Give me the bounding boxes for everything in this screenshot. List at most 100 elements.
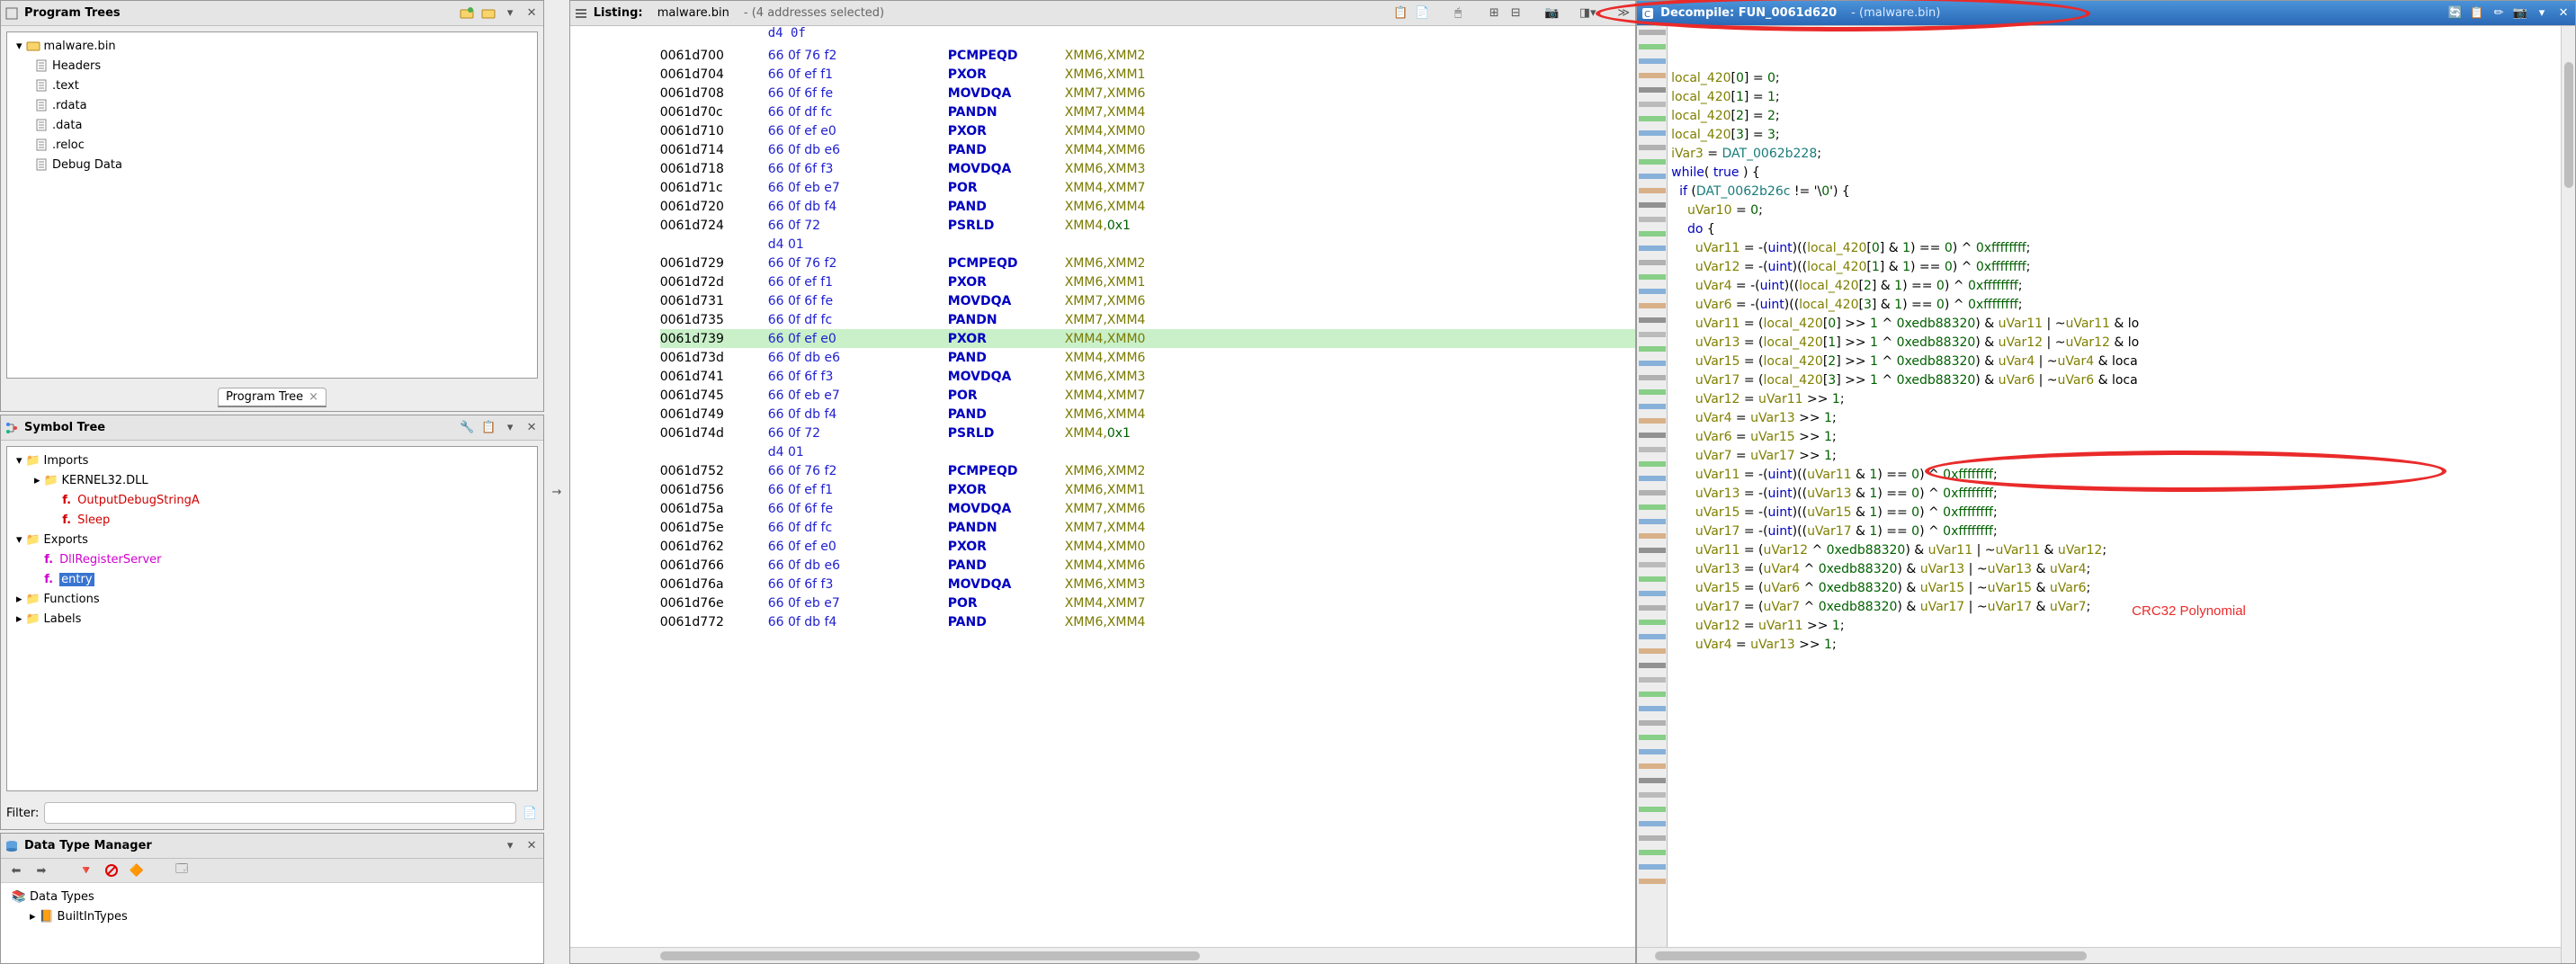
tree-item[interactable]: Debug Data (13, 155, 532, 174)
listing-row[interactable]: 0061d75e66 0f df fcPANDNXMM7,XMM4 (660, 518, 1635, 537)
listing-row[interactable]: 0061d71c66 0f eb e7PORXMM4,XMM7 (660, 178, 1635, 197)
listing-row[interactable]: 0061d72966 0f 76 f2PCMPEQDXMM6,XMM2 (660, 254, 1635, 272)
listing-row[interactable]: 0061d76666 0f db e6PANDXMM4,XMM6 (660, 556, 1635, 575)
decompile-line[interactable]: uVar15 = -(uint)((uVar15 & 1) == 0) ^ 0x… (1671, 505, 2575, 524)
listing-row[interactable]: 0061d71466 0f db e6PANDXMM4,XMM6 (660, 140, 1635, 159)
decompile-line[interactable]: uVar12 = -(uint)((local_420[1] & 1) == 0… (1671, 260, 2575, 279)
folder-new-icon[interactable] (459, 5, 475, 22)
decompile-line[interactable]: uVar11 = -(uint)((local_420[0] & 1) == 0… (1671, 241, 2575, 260)
tree-item[interactable]: .data (13, 115, 532, 135)
listing-row[interactable]: 0061d70066 0f 76 f2PCMPEQDXMM6,XMM2 (660, 46, 1635, 65)
listing-row[interactable]: 0061d70466 0f ef f1PXORXMM6,XMM1 (660, 65, 1635, 84)
folder-open-icon[interactable] (480, 5, 496, 22)
view-icon[interactable]: ⊞ (1486, 5, 1502, 22)
tree-item[interactable]: .text (13, 76, 532, 95)
listing-row[interactable]: 0061d75266 0f 76 f2PCMPEQDXMM6,XMM2 (660, 461, 1635, 480)
decompile-line[interactable]: uVar7 = uVar17 >> 1; (1671, 449, 2575, 468)
window-icon[interactable]: 🗔 (174, 862, 190, 879)
listing-row[interactable]: 0061d72066 0f db f4PANDXMM6,XMM4 (660, 197, 1635, 216)
decompile-line[interactable]: uVar12 = uVar11 >> 1; (1671, 392, 2575, 411)
import-fn[interactable]: f.OutputDebugStringA (13, 490, 532, 510)
listing-row[interactable]: 0061d71866 0f 6f f3MOVDQAXMM6,XMM3 (660, 159, 1635, 178)
decompile-line[interactable]: uVar17 = -(uint)((uVar17 & 1) == 0) ^ 0x… (1671, 524, 2575, 543)
decompile-line[interactable]: uVar15 = (uVar6 ^ 0xedb88320) & uVar15 |… (1671, 581, 2575, 600)
decompile-line[interactable]: uVar13 = (local_420[1] >> 1 ^ 0xedb88320… (1671, 335, 2575, 354)
listing-hscroll[interactable] (570, 947, 1635, 963)
export-item[interactable]: f.DllRegisterServer (13, 549, 532, 569)
paste-icon[interactable]: 📄 (1414, 5, 1430, 22)
listing-row[interactable]: d4 01 (660, 442, 1635, 461)
decompile-line[interactable]: local_420[2] = 2; (1671, 109, 2575, 128)
listing-row[interactable]: 0061d76a66 0f 6f f3MOVDQAXMM6,XMM3 (660, 575, 1635, 594)
refresh-icon[interactable]: 🔄 (2447, 5, 2464, 22)
icon1[interactable]: 🔧 (459, 420, 475, 436)
decompile-hscroll[interactable] (1637, 947, 2575, 963)
back-icon[interactable]: ⬅ (8, 862, 24, 879)
tree-root[interactable]: ▾malware.bin (13, 36, 532, 56)
dropdown-icon[interactable]: ▾ (502, 838, 518, 854)
decompile-line[interactable]: if (DAT_0062b26c != '\0') { (1671, 184, 2575, 203)
listing-row[interactable]: 0061d73166 0f 6f feMOVDQAXMM7,XMM6 (660, 291, 1635, 310)
listing-row[interactable]: d4 01 (660, 235, 1635, 254)
listing-row[interactable]: 0061d71066 0f ef e0PXORXMM4,XMM0 (660, 121, 1635, 140)
listing-row[interactable]: 0061d73d66 0f db e6PANDXMM4,XMM6 (660, 348, 1635, 367)
edit-icon[interactable]: ✏ (2491, 5, 2507, 22)
decompile-line[interactable]: uVar10 = 0; (1671, 203, 2575, 222)
dt-item[interactable]: ▸📙BuiltInTypes (8, 906, 536, 926)
overflow-icon[interactable]: ≫ (1615, 5, 1632, 22)
tree-item[interactable]: .rdata (13, 95, 532, 115)
listing-row[interactable]: 0061d74166 0f 6f f3MOVDQAXMM6,XMM3 (660, 367, 1635, 386)
listing-row[interactable]: 0061d70866 0f 6f feMOVDQAXMM7,XMM6 (660, 84, 1635, 103)
program-tree[interactable]: ▾malware.bin Headers.text.rdata.data.rel… (6, 31, 538, 379)
decompile-line[interactable]: local_420[3] = 3; (1671, 128, 2575, 147)
listing-row[interactable]: 0061d72d66 0f ef f1PXORXMM6,XMM1 (660, 272, 1635, 291)
copy-icon[interactable]: 📋 (2469, 5, 2485, 22)
decompile-line[interactable]: uVar13 = (uVar4 ^ 0xedb88320) & uVar13 |… (1671, 562, 2575, 581)
dt-root[interactable]: 📚Data Types (8, 887, 536, 906)
decompile-line[interactable]: uVar11 = -(uint)((uVar11 & 1) == 0) ^ 0x… (1671, 468, 2575, 486)
decompile-line[interactable]: uVar4 = uVar13 >> 1; (1671, 638, 2575, 656)
listing-row[interactable]: 0061d73966 0f ef e0PXORXMM4,XMM0 (660, 329, 1635, 348)
layout-icon[interactable]: ◨▾ (1579, 5, 1596, 22)
dropdown-icon[interactable]: ▾ (2534, 5, 2550, 22)
decompile-line[interactable]: uVar4 = -(uint)((local_420[2] & 1) == 0)… (1671, 279, 2575, 298)
export-item-selected[interactable]: f.entry (13, 569, 532, 589)
decompile-line[interactable]: uVar11 = (uVar12 ^ 0xedb88320) & uVar11 … (1671, 543, 2575, 562)
decompile-body[interactable]: local_420[0] = 0;local_420[1] = 1;local_… (1637, 26, 2575, 947)
decompile-line[interactable]: uVar6 = -(uint)((local_420[3] & 1) == 0)… (1671, 298, 2575, 317)
listing-row[interactable]: 0061d74966 0f db f4PANDXMM6,XMM4 (660, 405, 1635, 424)
listing-row[interactable]: 0061d75666 0f ef f1PXORXMM6,XMM1 (660, 480, 1635, 499)
tree-item[interactable]: Headers (13, 56, 532, 76)
labels-node[interactable]: ▸📁Labels (13, 609, 532, 629)
functions-node[interactable]: ▸📁Functions (13, 589, 532, 609)
decompile-line[interactable]: uVar4 = uVar13 >> 1; (1671, 411, 2575, 430)
listing-body[interactable]: d4 0f 0061d70066 0f 76 f2PCMPEQDXMM6,XMM… (570, 26, 1635, 947)
listing-row[interactable]: 0061d73566 0f df fcPANDNXMM7,XMM4 (660, 310, 1635, 329)
close-icon[interactable]: ✕ (523, 420, 540, 436)
listing-row[interactable]: 0061d72466 0f 72PSRLDXMM4,0x1 (660, 216, 1635, 235)
camera-icon[interactable]: 📷 (1543, 5, 1560, 22)
listing-row[interactable]: 0061d70c66 0f df fcPANDNXMM7,XMM4 (660, 103, 1635, 121)
cursor-icon[interactable]: 🖱 (1450, 5, 1466, 22)
decompile-line[interactable]: uVar12 = uVar11 >> 1; (1671, 619, 2575, 638)
copy-icon[interactable]: 📋 (1392, 5, 1409, 22)
listing-row[interactable]: 0061d75a66 0f 6f feMOVDQAXMM7,XMM6 (660, 499, 1635, 518)
listing-row[interactable]: 0061d76266 0f ef e0PXORXMM4,XMM0 (660, 537, 1635, 556)
import-fn[interactable]: f.Sleep (13, 510, 532, 530)
decompile-line[interactable]: uVar6 = uVar15 >> 1; (1671, 430, 2575, 449)
program-tree-tab[interactable]: Program Tree× (218, 388, 326, 407)
filter-clear-icon[interactable]: 📄 (522, 805, 538, 821)
decompile-line[interactable]: local_420[0] = 0; (1671, 71, 2575, 90)
decompile-line[interactable]: uVar11 = (local_420[0] >> 1 ^ 0xedb88320… (1671, 317, 2575, 335)
dropdown-icon[interactable]: ▾ (502, 420, 518, 436)
listing-row[interactable]: 0061d76e66 0f eb e7PORXMM4,XMM7 (660, 594, 1635, 612)
filter-input[interactable] (44, 802, 516, 824)
decompile-line[interactable]: uVar17 = (local_420[3] >> 1 ^ 0xedb88320… (1671, 373, 2575, 392)
tree-item[interactable]: .reloc (13, 135, 532, 155)
decompile-line[interactable]: iVar3 = DAT_0062b228; (1671, 147, 2575, 165)
fwd-icon[interactable]: ➡ (33, 862, 49, 879)
listing-row[interactable]: 0061d74d66 0f 72PSRLDXMM4,0x1 (660, 424, 1635, 442)
listing-row[interactable]: 0061d74566 0f eb e7PORXMM4,XMM7 (660, 386, 1635, 405)
icon2[interactable]: 📋 (480, 420, 496, 436)
view2-icon[interactable]: ⊟ (1507, 5, 1524, 22)
